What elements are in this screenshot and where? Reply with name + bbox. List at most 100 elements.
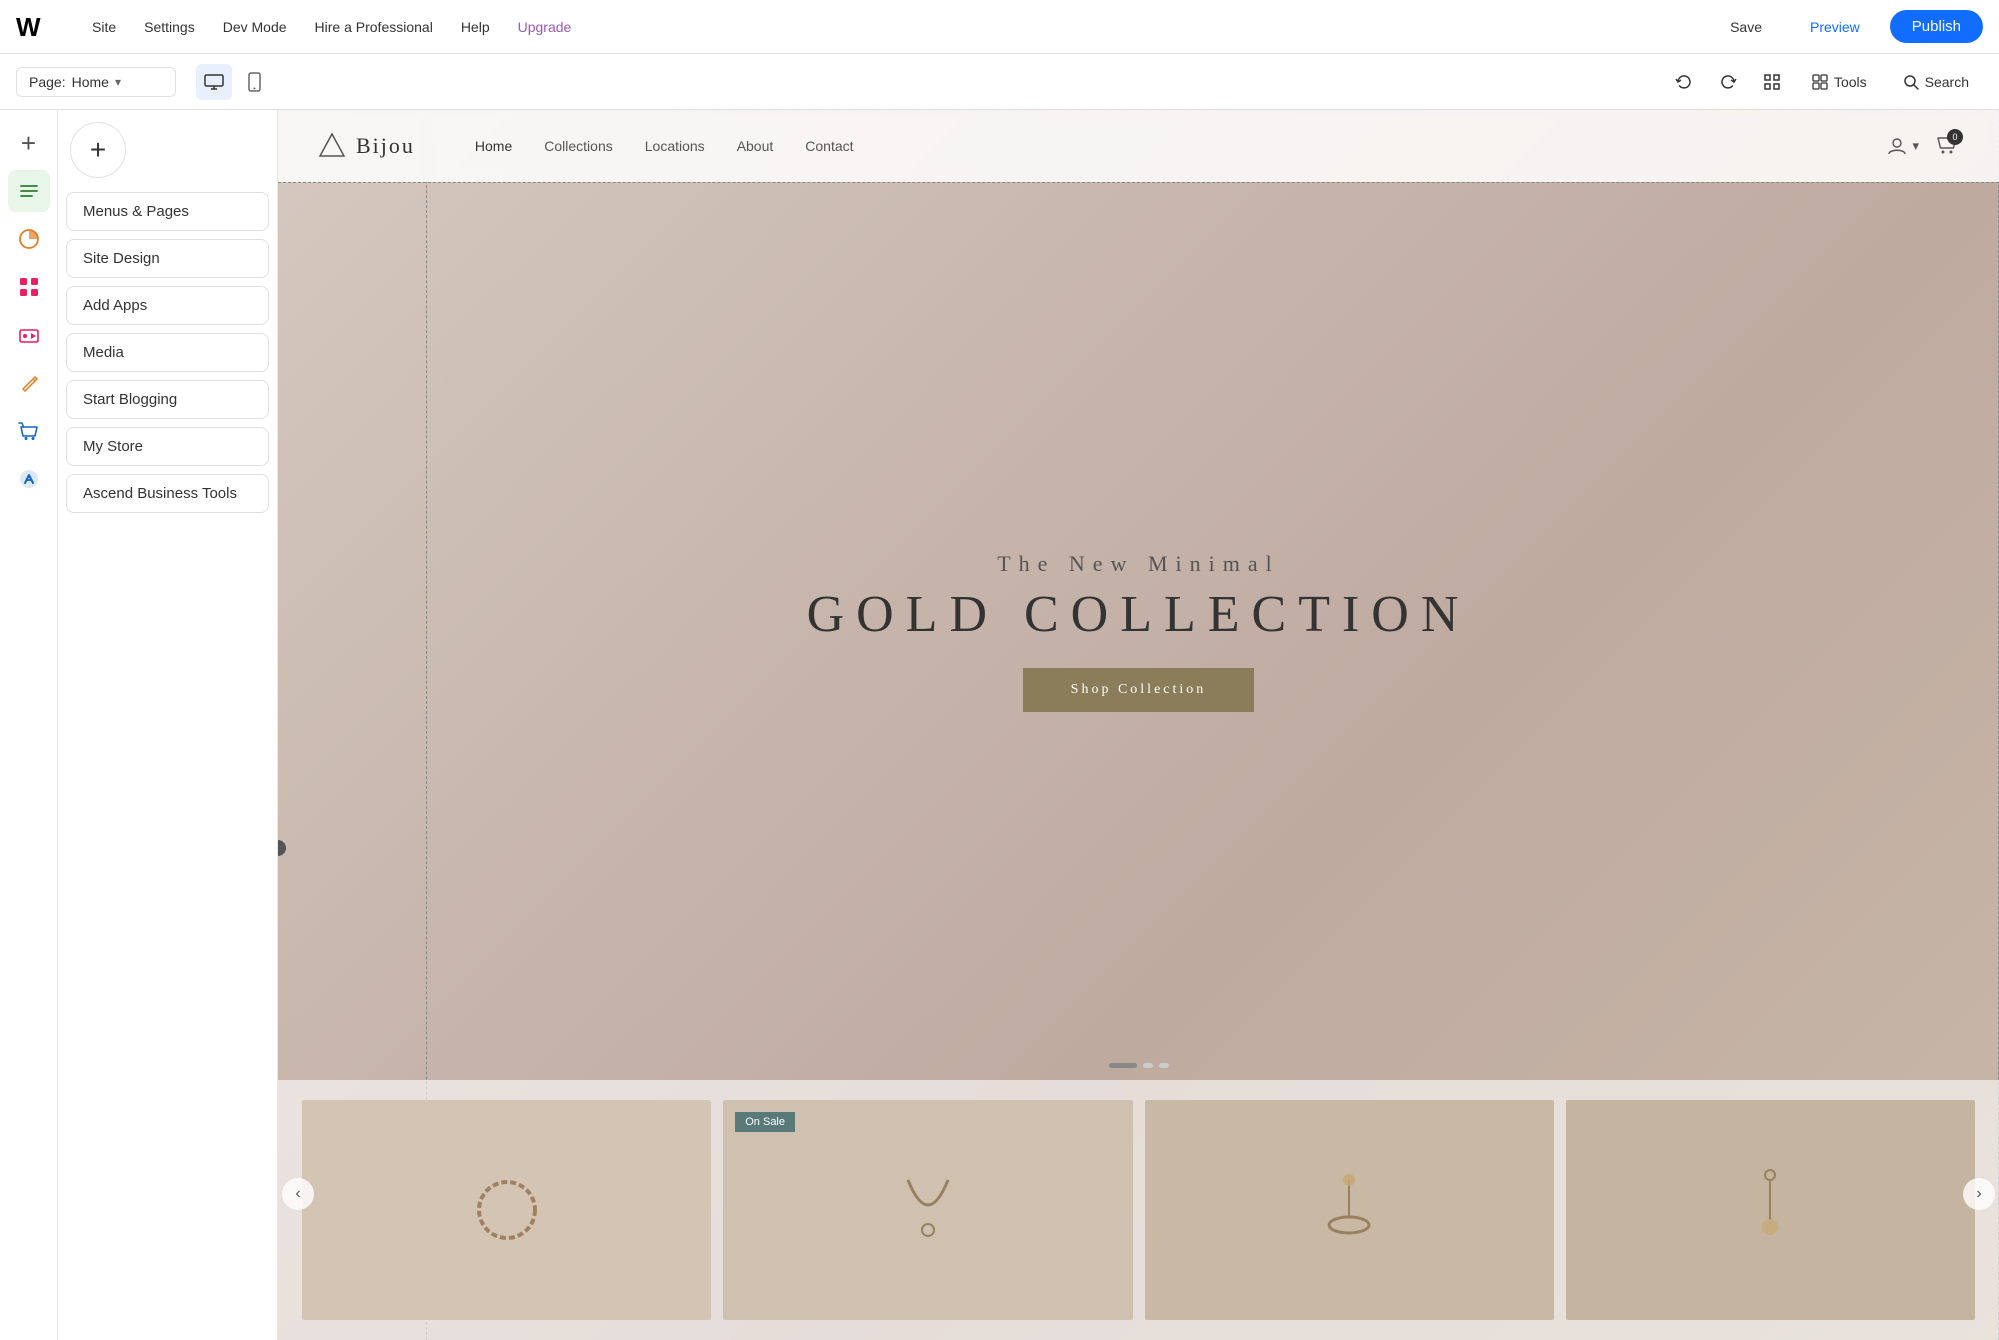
sidebar-ascend-button[interactable]: [8, 458, 50, 500]
chevron-down-icon: ▾: [115, 75, 121, 89]
page-name: Home: [72, 74, 109, 90]
preview-nav-home[interactable]: Home: [475, 138, 512, 154]
ring-icon: [1314, 1170, 1384, 1250]
nav-help[interactable]: Help: [449, 13, 502, 41]
prev-arrow-icon: ‹: [295, 1185, 300, 1203]
necklace-icon: [898, 1170, 958, 1250]
carousel-prev-button[interactable]: ‹: [282, 1178, 314, 1210]
add-icon: +: [90, 134, 106, 166]
preview-hero: The New Minimal GOLD COLLECTION Shop Col…: [278, 110, 1999, 1080]
sidebar-media-button[interactable]: [8, 314, 50, 356]
media-item[interactable]: Media: [66, 333, 269, 372]
media-icon: [18, 324, 40, 346]
desktop-view-button[interactable]: [196, 64, 232, 100]
carousel-next-button[interactable]: ›: [1963, 1178, 1995, 1210]
preview-nav-about[interactable]: About: [737, 138, 774, 154]
desktop-icon: [204, 74, 224, 90]
ascend-icon: [18, 468, 40, 490]
user-icon[interactable]: ▾: [1886, 135, 1919, 157]
preview-navbar: Bijou Home Collections Locations About C…: [278, 110, 1999, 182]
my-store-item[interactable]: My Store: [66, 427, 269, 466]
sidebar-add-button[interactable]: +: [8, 122, 50, 164]
secondbar-right: Tools Search: [1666, 64, 1983, 100]
tools-label: Tools: [1834, 74, 1867, 90]
dot-inactive-2: [1159, 1063, 1169, 1068]
topbar-nav: Site Settings Dev Mode Hire a Profession…: [80, 13, 1712, 41]
svg-text:W: W: [16, 14, 41, 40]
secondbar: Page: Home ▾: [0, 54, 1999, 110]
pages-icon: [18, 182, 40, 200]
sidebar-design-button[interactable]: [8, 218, 50, 260]
sidebar-blog-button[interactable]: [8, 362, 50, 404]
nav-upgrade[interactable]: Upgrade: [506, 13, 584, 41]
ascend-item[interactable]: Ascend Business Tools: [66, 474, 269, 513]
shop-collection-button[interactable]: Shop Collection: [1023, 668, 1255, 712]
carousel-dots: [1109, 1063, 1169, 1068]
undo-button[interactable]: [1666, 64, 1702, 100]
nav-settings[interactable]: Settings: [132, 13, 207, 41]
website-preview: Bijou Home Collections Locations About C…: [278, 110, 1999, 1340]
nav-hire[interactable]: Hire a Professional: [303, 13, 445, 41]
preview-nav-right: ▾ 0: [1886, 133, 1959, 160]
undo-icon: [1675, 73, 1693, 91]
topbar-right: Save Preview Publish: [1712, 10, 1983, 43]
preview-nav-contact[interactable]: Contact: [805, 138, 853, 154]
product-card-3[interactable]: [1145, 1100, 1554, 1320]
preview-products: On Sale: [278, 1080, 1999, 1340]
sidebar-store-button[interactable]: [8, 410, 50, 452]
publish-button[interactable]: Publish: [1890, 10, 1983, 43]
search-label: Search: [1925, 74, 1969, 90]
nav-site[interactable]: Site: [80, 13, 128, 41]
canvas: Bijou Home Collections Locations About C…: [278, 110, 1999, 1340]
hero-title: GOLD COLLECTION: [807, 585, 1471, 644]
bracelet-icon: [467, 1170, 547, 1250]
product-card-1[interactable]: [302, 1100, 711, 1320]
add-apps-item[interactable]: Add Apps: [66, 286, 269, 325]
sidebar-icons: +: [0, 110, 58, 1340]
redo-button[interactable]: [1710, 64, 1746, 100]
wix-logo: W: [16, 14, 60, 40]
blog-icon: [18, 372, 40, 394]
menus-pages-item[interactable]: Menus & Pages: [66, 192, 269, 231]
mobile-view-button[interactable]: [236, 64, 272, 100]
mobile-icon: [248, 72, 261, 92]
tools-button[interactable]: Tools: [1798, 68, 1881, 96]
design-icon: [18, 228, 40, 250]
cart-icon[interactable]: 0: [1935, 133, 1959, 160]
hero-subtitle: The New Minimal: [997, 551, 1280, 577]
preview-nav-locations[interactable]: Locations: [645, 138, 705, 154]
dot-active: [1109, 1063, 1137, 1068]
nav-dev-mode[interactable]: Dev Mode: [211, 13, 299, 41]
preview-nav-collections[interactable]: Collections: [544, 138, 612, 154]
page-label: Page:: [29, 74, 66, 90]
product-card-4[interactable]: [1566, 1100, 1975, 1320]
dot-inactive: [1143, 1063, 1153, 1068]
preview-nav: Home Collections Locations About Contact: [475, 138, 854, 154]
store-icon: [18, 420, 40, 442]
save-button[interactable]: Save: [1712, 13, 1780, 41]
start-blogging-item[interactable]: Start Blogging: [66, 380, 269, 419]
left-panel: + Menus & Pages Site Design Add Apps Med…: [58, 110, 278, 1340]
zoom-icon: [1763, 73, 1781, 91]
main-layout: +: [0, 110, 1999, 1340]
next-arrow-icon: ›: [1976, 1185, 1981, 1203]
sidebar-apps-button[interactable]: [8, 266, 50, 308]
search-icon: [1903, 74, 1919, 90]
search-button[interactable]: Search: [1889, 68, 1983, 96]
sidebar-pages-button[interactable]: [8, 170, 50, 212]
logo-text: Bijou: [356, 133, 415, 159]
preview-logo: Bijou: [318, 132, 415, 160]
earring-icon: [1755, 1165, 1785, 1255]
topbar: W Site Settings Dev Mode Hire a Professi…: [0, 0, 1999, 54]
product-card-2[interactable]: On Sale: [723, 1100, 1132, 1320]
site-design-item[interactable]: Site Design: [66, 239, 269, 278]
apps-icon: [18, 276, 40, 298]
page-selector[interactable]: Page: Home ▾: [16, 67, 176, 97]
logo-triangle-icon: [318, 132, 346, 160]
add-button[interactable]: +: [70, 122, 126, 178]
tools-icon: [1812, 74, 1828, 90]
on-sale-badge: On Sale: [735, 1112, 795, 1132]
zoom-button[interactable]: [1754, 64, 1790, 100]
preview-button[interactable]: Preview: [1792, 13, 1878, 41]
redo-icon: [1719, 73, 1737, 91]
